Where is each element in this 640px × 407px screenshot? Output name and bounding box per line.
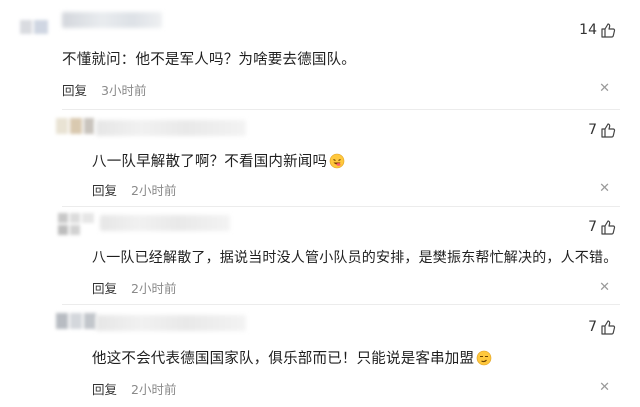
- comment-item: 7 八一队已经解散了，据说当时没人管小队员的安排，是樊振东帮忙解决的，人不错。 …: [0, 207, 640, 303]
- username-blurred: [96, 315, 246, 331]
- avatar: [58, 213, 98, 235]
- thumbs-up-icon: [600, 219, 616, 235]
- smirk-emoji: [476, 350, 492, 370]
- close-icon[interactable]: ✕: [599, 182, 610, 195]
- username-blurred: [62, 12, 162, 28]
- reply-button[interactable]: 回复: [62, 80, 87, 99]
- comment-text: 他这不会代表德国国家队，俱乐部而已！只能说是客串加盟: [92, 347, 492, 370]
- username-blurred: [100, 215, 230, 231]
- like-button[interactable]: 7: [588, 122, 616, 138]
- like-button[interactable]: 14: [579, 22, 616, 38]
- like-count: 7: [588, 219, 597, 235]
- reply-button[interactable]: 回复: [92, 379, 117, 398]
- like-count: 14: [579, 22, 597, 38]
- comment-item: 7 他这不会代表德国国家队，俱乐部而已！只能说是客串加盟 回复 2小时前 ✕: [0, 305, 640, 407]
- close-icon[interactable]: ✕: [599, 82, 610, 95]
- timestamp: 2小时前: [131, 183, 177, 198]
- like-count: 7: [588, 319, 597, 335]
- reply-button[interactable]: 回复: [92, 278, 117, 297]
- comment-item: 7 八一队早解散了啊？不看国内新闻吗 回复 2小时前 ✕: [0, 110, 640, 206]
- close-icon[interactable]: ✕: [599, 381, 610, 394]
- username-blurred: [96, 120, 246, 136]
- thumbs-up-icon: [600, 22, 616, 38]
- comment-text: 八一队已经解散了，据说当时没人管小队员的安排，是樊振东帮忙解决的，人不错。: [92, 250, 618, 266]
- timestamp: 2小时前: [131, 382, 177, 397]
- like-button[interactable]: 7: [588, 319, 616, 335]
- avatar: [20, 20, 48, 34]
- timestamp: 2小时前: [131, 281, 177, 296]
- like-count: 7: [588, 122, 597, 138]
- thumbs-up-icon: [600, 319, 616, 335]
- timestamp: 3小时前: [101, 83, 147, 98]
- avatar: [56, 313, 96, 329]
- like-button[interactable]: 7: [588, 219, 616, 235]
- comment-text: 不懂就问：他不是军人吗？为啥要去德国队。: [62, 52, 356, 68]
- close-icon[interactable]: ✕: [599, 281, 610, 294]
- avatar: [56, 118, 94, 134]
- laughing-tongue-emoji: [329, 153, 345, 173]
- comment-item: 14 不懂就问：他不是军人吗？为啥要去德国队。 回复 3小时前 ✕: [0, 0, 640, 110]
- comment-text: 八一队早解散了啊？不看国内新闻吗: [92, 150, 345, 173]
- reply-button[interactable]: 回复: [92, 180, 117, 199]
- thumbs-up-icon: [600, 122, 616, 138]
